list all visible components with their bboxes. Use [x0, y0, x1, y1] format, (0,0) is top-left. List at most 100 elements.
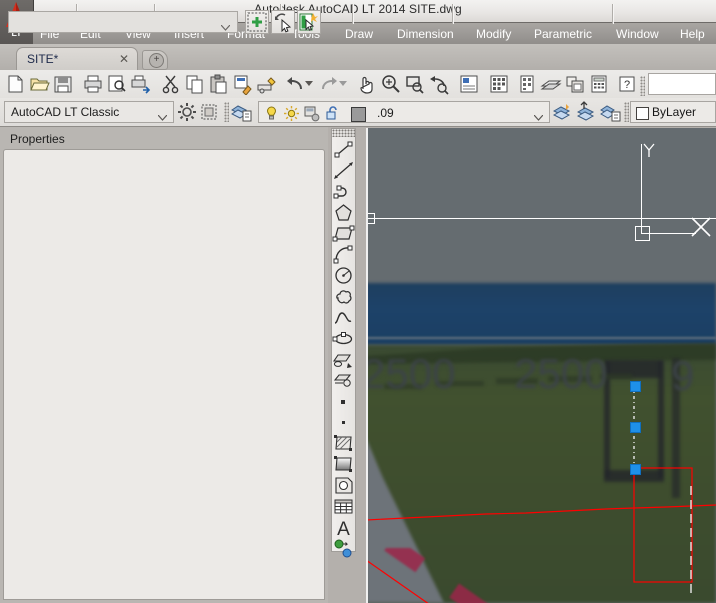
publish-icon[interactable]	[130, 73, 152, 95]
svg-text:?: ?	[624, 79, 630, 91]
canvas-left-edge-line	[366, 128, 368, 603]
zoom-realtime-icon[interactable]	[380, 73, 402, 95]
revision-cloud-icon[interactable]	[332, 286, 355, 307]
insert-block-icon[interactable]	[332, 370, 355, 391]
polyline-icon[interactable]	[332, 181, 355, 202]
new-document-tab-button[interactable]: +	[142, 50, 168, 70]
drawing-entities	[366, 386, 716, 603]
boundary-line-north	[366, 504, 716, 521]
quick-select-button[interactable]	[245, 10, 269, 34]
layer-freeze-vp-icon[interactable]	[303, 105, 320, 125]
layer-previous-icon[interactable]	[576, 101, 598, 123]
calculator-icon[interactable]	[588, 73, 610, 95]
arc-icon[interactable]	[332, 244, 355, 265]
workspace-display-icon[interactable]	[198, 101, 220, 123]
draw-toolbar-grip[interactable]	[332, 129, 355, 137]
current-layer-name: .09	[377, 106, 394, 120]
qnew-icon[interactable]	[4, 73, 26, 95]
crosshair-horizontal	[366, 218, 716, 219]
spline-icon[interactable]	[332, 307, 355, 328]
svg-text:A: A	[337, 519, 350, 538]
plot-preview-icon[interactable]	[106, 73, 128, 95]
chevron-down-icon	[157, 110, 168, 124]
layer-color-swatch[interactable]	[351, 107, 366, 122]
grip-point-bottom[interactable]	[630, 464, 641, 475]
sheet-set-icon[interactable]	[540, 73, 562, 95]
undo-dropdown-icon[interactable]	[304, 76, 314, 92]
workspace-settings-icon[interactable]	[176, 101, 198, 123]
line-icon[interactable]	[332, 139, 355, 160]
multiline-text-icon[interactable]: A	[332, 517, 355, 540]
menu-item-draw[interactable]: Draw	[338, 23, 380, 45]
plot-icon[interactable]	[82, 73, 104, 95]
menu-item-help[interactable]: Help	[673, 23, 712, 45]
table-icon[interactable]	[332, 496, 355, 517]
make-layer-current-icon[interactable]	[552, 101, 574, 123]
polygon-icon[interactable]	[332, 202, 355, 223]
menu-item-window[interactable]: Window	[609, 23, 666, 45]
close-icon[interactable]: ✕	[119, 52, 129, 66]
undo-icon[interactable]	[284, 73, 306, 95]
object-color-swatch	[636, 107, 649, 120]
workspace-combo-value: AutoCAD LT Classic	[11, 105, 120, 119]
document-tab-label: SITE*	[27, 52, 59, 66]
object-color-combo[interactable]: ByLayer	[630, 101, 716, 123]
properties-selection-combo[interactable]	[8, 11, 238, 33]
paste-icon[interactable]	[208, 73, 230, 95]
layer-thaw-icon[interactable]	[283, 105, 300, 125]
redo-icon[interactable]	[318, 73, 340, 95]
properties-panel-title: Properties	[10, 132, 65, 146]
hatch-icon[interactable]	[332, 433, 355, 454]
properties-palette-icon[interactable]	[458, 73, 480, 95]
zoom-window-icon[interactable]	[404, 73, 426, 95]
pickadd-button[interactable]	[297, 10, 321, 34]
open-icon[interactable]	[28, 73, 50, 95]
document-tab-bar: SITE* ✕ +	[0, 44, 716, 71]
cursor-x-marker	[691, 217, 711, 237]
add-selected-icon[interactable]	[332, 538, 355, 559]
circle-icon[interactable]	[332, 265, 355, 286]
point-icon[interactable]	[332, 412, 355, 433]
construction-line-icon[interactable]	[332, 160, 355, 181]
xref-manager-icon[interactable]	[564, 73, 586, 95]
workspace-combo[interactable]: AutoCAD LT Classic	[4, 101, 174, 123]
zoom-previous-icon[interactable]	[428, 73, 450, 95]
grip-point-top[interactable]	[630, 381, 641, 392]
match-properties-icon[interactable]	[232, 73, 254, 96]
block-editor-icon[interactable]	[256, 73, 278, 95]
make-block-icon[interactable]	[332, 391, 355, 412]
help-icon[interactable]: ?	[616, 73, 638, 95]
autocad-window: Autodesk AutoCAD LT 2014 SITE.dwg LT Fil…	[0, 0, 716, 603]
rectangle-icon[interactable]	[332, 223, 355, 244]
ucs-y-axis-icon	[643, 143, 655, 157]
drawing-canvas[interactable]: 2500 2500 9	[366, 128, 716, 603]
chevron-down-icon[interactable]	[533, 110, 544, 124]
ellipse-arc-icon[interactable]	[332, 349, 355, 370]
document-tab-site[interactable]: SITE* ✕	[16, 47, 138, 71]
redo-dropdown-icon[interactable]	[338, 76, 348, 92]
region-icon[interactable]	[332, 475, 355, 496]
grip-point-middle[interactable]	[630, 422, 641, 433]
menu-item-modify[interactable]: Modify	[469, 23, 518, 45]
ellipse-icon[interactable]	[332, 328, 355, 349]
layer-combo[interactable]: .09	[258, 101, 550, 123]
select-objects-button[interactable]	[271, 10, 295, 34]
cut-icon[interactable]	[160, 73, 182, 95]
design-center-icon[interactable]	[488, 73, 510, 95]
save-icon[interactable]	[52, 73, 74, 95]
pan-icon[interactable]	[356, 73, 378, 95]
menu-item-dimension[interactable]: Dimension	[390, 23, 461, 45]
menu-item-parametric[interactable]: Parametric	[527, 23, 599, 45]
layer-properties-icon[interactable]	[230, 101, 254, 123]
building-footprint-rect	[633, 467, 693, 583]
tool-palettes-icon[interactable]	[516, 73, 538, 95]
chevron-down-icon	[220, 20, 231, 34]
object-color-value: ByLayer	[652, 105, 697, 119]
copy-icon[interactable]	[184, 73, 206, 95]
pickbox-cursor	[635, 226, 650, 241]
gradient-icon[interactable]	[332, 454, 355, 475]
layer-match-icon[interactable]	[600, 101, 622, 123]
layer-on-icon[interactable]	[263, 105, 280, 125]
text-style-combo[interactable]	[648, 73, 716, 95]
layer-unlock-icon[interactable]	[325, 105, 342, 125]
